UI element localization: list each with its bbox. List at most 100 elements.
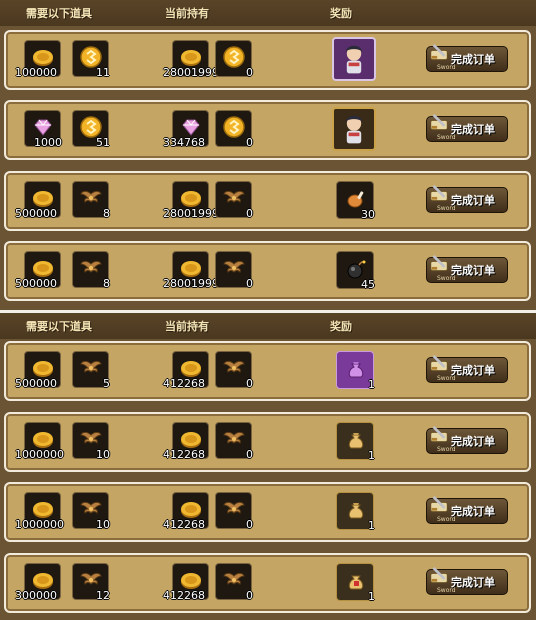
- reward-count: 1: [368, 590, 375, 603]
- header-have: 当前持有: [165, 320, 209, 333]
- need-item-slot[interactable]: 10: [72, 422, 110, 461]
- order-row: 300000 12 412268 0 1 完成订单 Sword: [4, 553, 531, 613]
- need-item-slot[interactable]: 500000: [15, 351, 61, 390]
- reward-slot[interactable]: 1: [336, 563, 375, 603]
- item-count: 412268: [163, 518, 205, 531]
- have-item-slot[interactable]: 0: [215, 40, 253, 79]
- need-item-slot[interactable]: 10: [72, 492, 110, 531]
- reward-slot[interactable]: 1: [336, 351, 375, 391]
- item-count: 1000: [34, 136, 62, 149]
- sword-caption: Sword: [437, 587, 456, 594]
- reward-slot[interactable]: 1: [336, 492, 375, 532]
- reward-count: 45: [361, 278, 375, 291]
- need-item-slot[interactable]: 11: [72, 40, 110, 79]
- item-count: 100000: [15, 66, 57, 79]
- complete-order-button[interactable]: 完成订单 Sword: [426, 46, 508, 72]
- item-count: 412268: [163, 377, 205, 390]
- purple-bag-icon: [344, 357, 368, 381]
- reward-slot[interactable]: 30: [336, 181, 375, 221]
- sword-caption: Sword: [437, 375, 456, 382]
- item-count: 0: [246, 518, 253, 531]
- header-reward: 奖励: [330, 7, 352, 20]
- winged-emblem-icon: [222, 427, 246, 451]
- have-item-slot[interactable]: 334768: [163, 110, 209, 149]
- item-count: 0: [246, 136, 253, 149]
- reward-count: 30: [361, 208, 375, 221]
- complete-order-label: 完成订单: [451, 53, 495, 66]
- winged-emblem-icon: [222, 356, 246, 380]
- hero-portrait-icon: [336, 41, 372, 77]
- item-count: 0: [246, 589, 253, 602]
- header-reward: 奖励: [330, 320, 352, 333]
- order-row: 100000 11 28001999 0 完成订单 Sword: [4, 30, 531, 90]
- have-item-slot[interactable]: 412268: [163, 492, 209, 531]
- complete-order-button[interactable]: 完成订单 Sword: [426, 498, 508, 524]
- need-item-slot[interactable]: 8: [72, 181, 110, 220]
- have-item-slot[interactable]: 0: [215, 181, 253, 220]
- item-count: 0: [246, 377, 253, 390]
- have-item-slot[interactable]: 0: [215, 351, 253, 390]
- winged-emblem-icon: [222, 186, 246, 210]
- order-row: 1000000 10 412268 0 1 完成订单 Sword: [4, 482, 531, 542]
- reward-slot[interactable]: 1: [336, 422, 375, 462]
- have-item-slot[interactable]: 0: [215, 563, 253, 602]
- item-count: 28001999: [163, 207, 219, 220]
- complete-order-button[interactable]: 完成订单 Sword: [426, 116, 508, 142]
- reward-slot[interactable]: [332, 107, 376, 151]
- reward-slot[interactable]: [332, 37, 376, 81]
- gold-bag-icon: [344, 428, 368, 452]
- have-item-slot[interactable]: 28001999: [163, 181, 219, 220]
- have-item-slot[interactable]: 0: [215, 492, 253, 531]
- sword-caption: Sword: [437, 275, 456, 282]
- reward-count: 1: [368, 519, 375, 532]
- winged-emblem-icon: [222, 256, 246, 280]
- item-count: 5: [103, 377, 110, 390]
- item-count: 28001999: [163, 66, 219, 79]
- need-item-slot[interactable]: 500000: [15, 251, 61, 290]
- need-item-slot[interactable]: 5: [72, 351, 110, 390]
- item-count: 412268: [163, 589, 205, 602]
- have-item-slot[interactable]: 0: [215, 110, 253, 149]
- complete-order-button[interactable]: 完成订单 Sword: [426, 357, 508, 383]
- complete-order-button[interactable]: 完成订单 Sword: [426, 569, 508, 595]
- need-item-slot[interactable]: 12: [72, 563, 110, 602]
- reward-count: 1: [368, 378, 375, 391]
- complete-order-label: 完成订单: [451, 194, 495, 207]
- complete-order-label: 完成订单: [451, 123, 495, 136]
- winged-emblem-icon: [79, 356, 103, 380]
- item-count: 0: [246, 207, 253, 220]
- have-item-slot[interactable]: 28001999: [163, 251, 219, 290]
- complete-order-button[interactable]: 完成订单 Sword: [426, 257, 508, 283]
- need-item-slot[interactable]: 500000: [15, 181, 61, 220]
- have-item-slot[interactable]: 412268: [163, 351, 209, 390]
- winged-emblem-icon: [222, 568, 246, 592]
- gold-bag-icon: [344, 498, 368, 522]
- reward-count: 1: [368, 449, 375, 462]
- item-count: 334768: [163, 136, 205, 149]
- sword-caption: Sword: [437, 205, 456, 212]
- have-item-slot[interactable]: 412268: [163, 422, 209, 461]
- sword-caption: Sword: [437, 516, 456, 523]
- complete-order-button[interactable]: 完成订单 Sword: [426, 187, 508, 213]
- item-count: 0: [246, 448, 253, 461]
- reward-slot[interactable]: 45: [336, 251, 375, 291]
- have-item-slot[interactable]: 28001999: [163, 40, 219, 79]
- complete-order-button[interactable]: 完成订单 Sword: [426, 428, 508, 454]
- need-item-slot[interactable]: 51: [72, 110, 110, 149]
- need-item-slot[interactable]: 1000000: [15, 422, 64, 461]
- hero-portrait-icon: [336, 111, 372, 147]
- have-item-slot[interactable]: 0: [215, 422, 253, 461]
- item-count: 500000: [15, 207, 57, 220]
- item-count: 500000: [15, 377, 57, 390]
- item-count: 0: [246, 66, 253, 79]
- header-need: 需要以下道具: [26, 320, 92, 333]
- need-item-slot[interactable]: 100000: [15, 40, 61, 79]
- have-item-slot[interactable]: 0: [215, 251, 253, 290]
- need-item-slot[interactable]: 300000: [15, 563, 61, 602]
- item-count: 10: [96, 448, 110, 461]
- have-item-slot[interactable]: 412268: [163, 563, 209, 602]
- need-item-slot[interactable]: 1000000: [15, 492, 64, 531]
- complete-order-label: 完成订单: [451, 364, 495, 377]
- need-item-slot[interactable]: 1000: [24, 110, 62, 149]
- need-item-slot[interactable]: 8: [72, 251, 110, 290]
